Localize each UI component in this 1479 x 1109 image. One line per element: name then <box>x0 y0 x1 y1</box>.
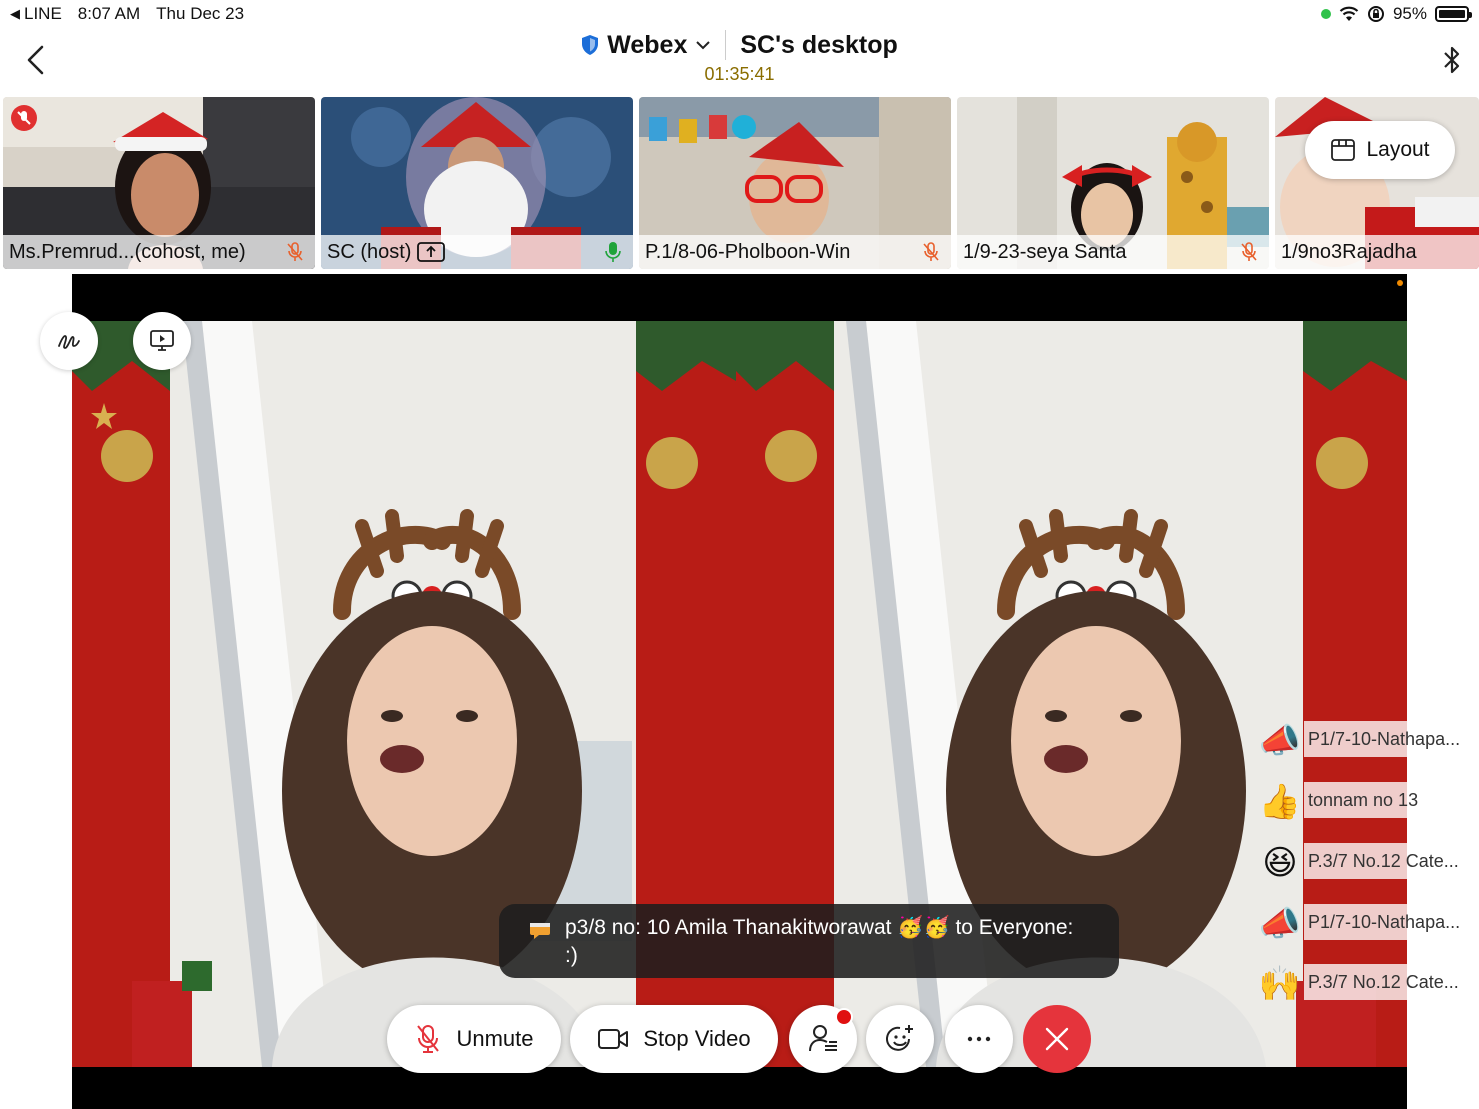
laughing-face-icon: 😆 <box>1262 844 1298 882</box>
participant-tile[interactable]: SC (host) <box>321 97 633 269</box>
status-time: 8:07 AM <box>77 4 141 23</box>
status-bar: ◀ LINE 8:07 AM Thu Dec 23 95% <box>0 0 1479 30</box>
leave-meeting-button[interactable] <box>1023 1005 1091 1073</box>
back-app-label: LINE <box>24 4 62 23</box>
share-screen-settings-button[interactable] <box>133 312 191 370</box>
reaction-sender: tonnam no 13 <box>1304 782 1479 818</box>
raised-hands-icon: 🙌 <box>1258 965 1302 1003</box>
stop-video-label: Stop Video <box>643 1026 751 1051</box>
participant-name: 1/9-23-seya Santa <box>963 240 1127 263</box>
reaction-item: P1/7-10-Nathapa... 📣 <box>1256 902 1479 946</box>
add-reaction-smiley-icon <box>886 1025 913 1051</box>
activity-dot-icon <box>1397 280 1403 286</box>
reaction-sender: P1/7-10-Nathapa... <box>1304 904 1479 940</box>
shield-icon <box>582 35 599 55</box>
reactions-button[interactable] <box>866 1005 934 1073</box>
meeting-title: SC's desktop <box>740 30 898 59</box>
shared-screen[interactable] <box>72 274 1407 1109</box>
annotate-button[interactable] <box>40 312 98 370</box>
pen-squiggle-icon <box>58 335 80 349</box>
screen-share-icon <box>150 330 174 351</box>
wifi-icon <box>1339 6 1359 21</box>
more-options-button[interactable] <box>945 1005 1013 1073</box>
participant-name: P.1/8-06-Pholboon-Win <box>645 240 851 263</box>
tile-label: SC (host) <box>321 235 633 269</box>
muted-badge-icon <box>11 105 37 131</box>
more-ellipsis-icon <box>967 1036 991 1042</box>
mic-active-icon <box>605 242 621 262</box>
tile-label: 1/9-23-seya Santa <box>957 235 1269 269</box>
reaction-item: P1/7-10-Nathapa... 📣 <box>1256 719 1479 763</box>
participants-list-icon <box>809 1025 837 1052</box>
reaction-item: P.3/7 No.12 Cate... 🙌 <box>1256 962 1479 1006</box>
mic-muted-icon <box>923 242 939 261</box>
battery-icon <box>1435 6 1472 22</box>
mic-muted-icon <box>287 242 303 261</box>
unmute-label: Unmute <box>456 1026 534 1051</box>
unmute-button[interactable]: Unmute <box>387 1005 561 1073</box>
sharing-screen-icon <box>417 242 446 262</box>
participant-name: Ms.Premrud...(cohost, me) <box>9 240 246 263</box>
chat-message: :) <box>565 944 578 967</box>
layout-icon <box>1331 139 1356 161</box>
meeting-timer: 01:35:41 <box>704 64 775 84</box>
participant-tile[interactable]: Ms.Premrud...(cohost, me) <box>3 97 315 269</box>
video-camera-icon <box>598 1029 629 1049</box>
reaction-item: tonnam no 13 👍 <box>1256 780 1479 824</box>
status-date: Thu Dec 23 <box>156 4 245 23</box>
participant-strip: Ms.Premrud...(cohost, me) SC (host) P.1/… <box>3 97 1479 269</box>
participants-button[interactable] <box>789 1005 857 1073</box>
mic-muted-icon <box>1241 242 1257 261</box>
tile-label: Ms.Premrud...(cohost, me) <box>3 235 315 269</box>
layout-label: Layout <box>1366 138 1430 161</box>
back-to-app-link[interactable]: ◀ LINE <box>10 4 62 24</box>
party-popper-icon: 📣 <box>1258 722 1302 760</box>
reaction-sender: P.3/7 No.12 Cate... <box>1304 964 1479 1000</box>
participant-name: SC (host) <box>327 240 412 263</box>
notification-badge <box>835 1008 853 1026</box>
tile-label: 1/9no3Rajadha <box>1275 235 1479 269</box>
reaction-sender: P.3/7 No.12 Cate... <box>1304 843 1479 879</box>
reaction-sender: P1/7-10-Nathapa... <box>1304 721 1479 757</box>
chat-sender-line: p3/8 no: 10 Amila Thanakitworawat 🥳🥳 to … <box>565 916 1074 939</box>
stop-video-button[interactable]: Stop Video <box>570 1005 778 1073</box>
thumbs-up-icon: 👍 <box>1258 783 1302 821</box>
close-x-icon <box>1045 1027 1069 1051</box>
chat-bubble-icon <box>530 923 550 939</box>
meeting-title-bar: Webex SC's desktop <box>0 30 1479 60</box>
party-popper-icon: 📣 <box>1258 905 1302 943</box>
bluetooth-audio-icon[interactable] <box>1441 44 1463 76</box>
participant-name: 1/9no3Rajadha <box>1281 240 1417 263</box>
battery-percent: 95% <box>1392 4 1427 23</box>
participant-tile[interactable]: 1/9-23-seya Santa <box>957 97 1269 269</box>
participant-tile[interactable]: P.1/8-06-Pholboon-Win <box>639 97 951 269</box>
reaction-item: P.3/7 No.12 Cate... 😆 <box>1256 841 1479 885</box>
app-name: Webex <box>607 30 688 59</box>
layout-button[interactable]: Layout <box>1305 121 1455 179</box>
orientation-lock-icon <box>1367 6 1384 22</box>
mic-muted-icon <box>417 1025 440 1053</box>
tile-label: P.1/8-06-Pholboon-Win <box>639 235 951 269</box>
title-divider <box>725 30 727 60</box>
camera-in-use-indicator-icon <box>1320 9 1331 19</box>
chevron-down-icon <box>696 41 711 50</box>
chat-notification-toast[interactable]: p3/8 no: 10 Amila Thanakitworawat 🥳🥳 to … <box>499 904 1119 978</box>
webex-menu-button[interactable]: Webex <box>581 31 711 60</box>
back-triangle-icon: ◀ <box>10 6 20 21</box>
